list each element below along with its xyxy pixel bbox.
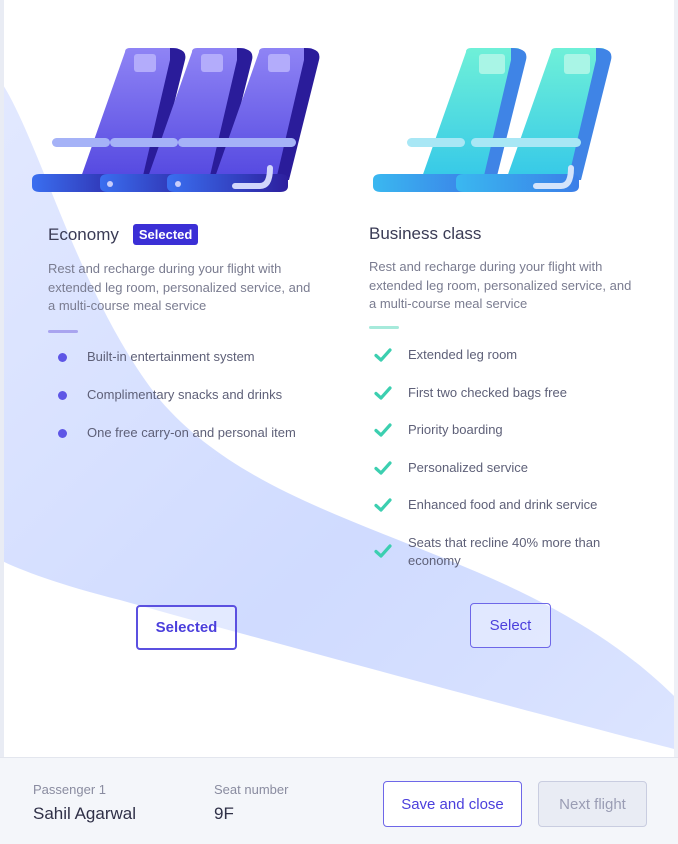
business-feature: Personalized service [369, 459, 659, 497]
economy-title: Economy [48, 224, 119, 244]
feature-text: Priority boarding [408, 422, 503, 437]
business-title-row: Business class [369, 224, 481, 244]
feature-text: One free carry-on and personal item [87, 425, 296, 440]
economy-divider [48, 330, 78, 333]
check-icon [374, 498, 392, 512]
economy-description: Rest and recharge during your flight wit… [48, 261, 311, 313]
passenger-name: Sahil Agarwal [33, 804, 137, 823]
economy-feature: Complimentary snacks and drinks [48, 386, 338, 424]
check-icon [374, 460, 392, 475]
economy-feature: Built-in entertainment system [48, 348, 338, 386]
economy-title-row: Economy Selected [48, 224, 199, 245]
seat-number-label: Seat number [214, 782, 289, 797]
feature-text: Complimentary snacks and drinks [87, 387, 283, 402]
check-icon [374, 543, 392, 558]
check-icon [374, 385, 392, 400]
check-icon [374, 348, 392, 362]
check-icon [374, 423, 392, 437]
save-and-close-button[interactable]: Save and close [383, 781, 522, 827]
business-title: Business class [369, 224, 482, 243]
bullet-icon [58, 429, 67, 438]
business-features: Extended leg room First two checked bags… [369, 346, 659, 571]
business-seats-illustration [373, 48, 612, 192]
feature-text: First two checked bags free [408, 384, 567, 400]
business-feature: Enhanced food and drink service [369, 496, 659, 534]
seat-number-value: 9F [214, 804, 234, 823]
business-feature: Extended leg room [369, 346, 659, 384]
footer-bar: Passenger 1 Sahil Agarwal Seat number 9F… [0, 757, 678, 844]
economy-selected-button[interactable]: Selected [136, 605, 237, 650]
feature-text: Extended leg room [408, 347, 518, 362]
frame-right-edge [674, 0, 678, 760]
passenger-label: Passenger 1 [33, 782, 106, 797]
bullet-icon [58, 391, 67, 400]
feature-text: Enhanced food and drink service [408, 497, 598, 512]
next-flight-button[interactable]: Next flight [538, 781, 647, 827]
business-divider [369, 326, 399, 329]
feature-text: Seats that recline 40% more than economy [408, 534, 601, 568]
economy-seats-illustration [32, 48, 320, 192]
bullet-icon [58, 353, 67, 362]
economy-features: Built-in entertainment system Compliment… [48, 348, 338, 462]
economy-feature: One free carry-on and personal item [48, 424, 338, 462]
business-feature: Seats that recline 40% more than economy [369, 534, 659, 572]
business-description: Rest and recharge during your flight wit… [369, 259, 632, 311]
business-select-button[interactable]: Select [470, 603, 551, 648]
feature-text: Built-in entertainment system [87, 349, 255, 364]
business-feature: First two checked bags free [369, 384, 659, 422]
frame-left-edge [0, 0, 4, 760]
feature-text: Personalized service [408, 459, 528, 475]
selected-badge: Selected [132, 224, 199, 245]
business-feature: Priority boarding [369, 421, 659, 459]
